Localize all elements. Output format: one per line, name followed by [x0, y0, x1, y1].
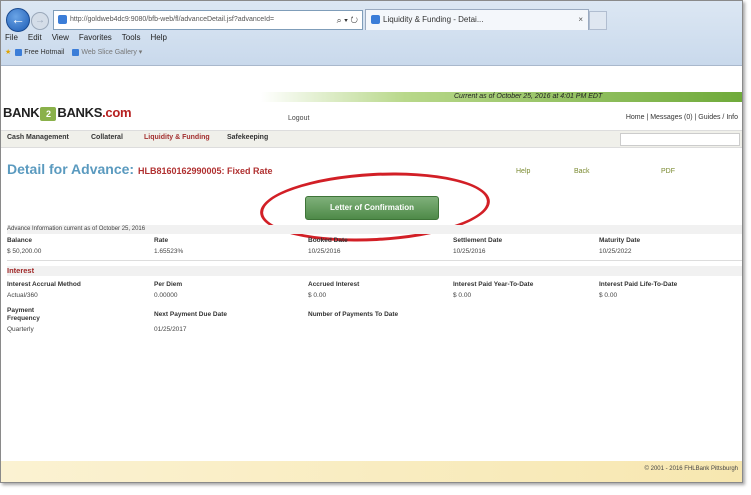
nav-safekeeping[interactable]: Safekeeping: [227, 134, 268, 141]
browser-tab[interactable]: Liquidity & Funding - Detai... ×: [365, 9, 589, 30]
header-maturity-date: Maturity Date: [599, 237, 641, 244]
header-per-diem: Per Diem: [154, 281, 183, 288]
interest-section-bar: [7, 266, 742, 276]
new-tab-button[interactable]: [589, 11, 607, 30]
menu-bar: File Edit View Favorites Tools Help: [1, 33, 173, 47]
menu-view[interactable]: View: [52, 33, 69, 42]
favorites-bar: ★ Free Hotmail Web Slice Gallery ▾: [1, 48, 150, 62]
value-interest-accrual-method: Actual/360: [7, 292, 38, 299]
menu-edit[interactable]: Edit: [28, 33, 42, 42]
value-accrued-interest: $ 0.00: [308, 292, 327, 299]
header-accrued-interest: Accrued Interest: [308, 281, 360, 288]
value-settlement-date: 10/25/2016: [453, 248, 486, 255]
footer-copyright: © 2001 - 2016 FHLBank Pittsburgh: [644, 466, 738, 472]
tab-title: Liquidity & Funding - Detai...: [383, 15, 484, 24]
favorite-web-slice-label: Web Slice Gallery ▾: [81, 49, 143, 56]
browser-chrome: ← → http://goldweb4dc9:9080/bfb-web/fl/a…: [1, 1, 742, 66]
value-balance: $ 50,200.00: [7, 248, 42, 255]
browser-window: ← → http://goldweb4dc9:9080/bfb-web/fl/a…: [0, 0, 743, 483]
ie-page-icon: [58, 14, 67, 24]
logo-bank-text: BANK: [3, 105, 40, 120]
logout-link[interactable]: Logout: [288, 115, 309, 122]
top-links[interactable]: Home | Messages (0) | Guides / Info: [626, 114, 738, 121]
nav-collateral[interactable]: Collateral: [91, 134, 123, 141]
red-highlight-ellipse: [258, 167, 492, 247]
forward-arrow-icon[interactable]: →: [31, 12, 49, 30]
favorite-free-hotmail[interactable]: Free Hotmail: [15, 48, 65, 56]
close-tab-icon[interactable]: ×: [578, 10, 583, 30]
nav-liquidity-funding[interactable]: Liquidity & Funding: [144, 134, 210, 141]
site-logo[interactable]: BANK 2 BANKS.com: [3, 105, 132, 121]
value-rate: 1.65523%: [154, 248, 184, 255]
page-footer: [1, 461, 742, 482]
value-per-diem: 0.00000: [154, 292, 178, 299]
header-balance: Balance: [7, 237, 32, 244]
favorite-ie-icon: [72, 48, 80, 56]
favorite-free-hotmail-label: Free Hotmail: [24, 49, 65, 56]
logo-2-mark: 2: [40, 106, 57, 121]
nav-cash-management[interactable]: Cash Management: [7, 134, 69, 141]
address-controls[interactable]: ⌕ ▾ ↻: [337, 11, 358, 29]
header-interest-accrual-method: Interest Accrual Method: [7, 281, 81, 288]
main-nav: Cash Management Collateral Liquidity & F…: [1, 130, 742, 148]
value-interest-paid-ytd: $ 0.00: [453, 292, 472, 299]
value-interest-paid-ltd: $ 0.00: [599, 292, 618, 299]
logo-banks-text: BANKS: [57, 105, 103, 120]
favorite-web-slice-gallery[interactable]: Web Slice Gallery ▾: [72, 48, 143, 56]
value-booked-date: 10/25/2016: [308, 248, 341, 255]
section-divider: [7, 260, 742, 261]
info-caption: Advance Information current as of Octobe…: [7, 226, 146, 232]
header-booked-date: Booked Date: [308, 237, 348, 244]
value-next-payment-due-date: 01/25/2017: [154, 326, 187, 333]
menu-help[interactable]: Help: [150, 33, 166, 42]
header-next-payment-due-date: Next Payment Due Date: [154, 311, 227, 318]
advance-code: HLB8160162990005: Fixed Rate: [137, 166, 273, 176]
header-payment-frequency: Payment Frequency: [7, 307, 40, 322]
address-text: http://goldweb4dc9:9080/bfb-web/fl/advan…: [70, 16, 275, 23]
menu-tools[interactable]: Tools: [122, 33, 141, 42]
header-rate: Rate: [154, 237, 169, 244]
help-link[interactable]: Help: [516, 168, 530, 175]
logo-suffix: .com: [102, 105, 132, 120]
favorite-ie-icon: [15, 48, 23, 56]
back-arrow-icon[interactable]: ←: [6, 8, 30, 32]
tab-ie-icon: [371, 15, 380, 25]
current-as-of: Current as of October 25, 2016 at 4:01 P…: [454, 93, 603, 100]
header-settlement-date: Settlement Date: [453, 237, 503, 244]
value-payment-frequency: Quarterly: [7, 326, 34, 333]
pdf-link[interactable]: PDF: [661, 168, 675, 175]
interest-section-label: Interest: [7, 266, 35, 275]
header-interest-paid-ytd: Interest Paid Year-To-Date: [453, 281, 534, 288]
value-maturity-date: 10/25/2022: [599, 248, 632, 255]
header-interest-paid-ltd: Interest Paid Life-To-Date: [599, 281, 678, 288]
page-title: Detail for Advance: HLB8160162990005: Fi…: [7, 161, 273, 177]
favorites-star-icon[interactable]: ★: [5, 49, 11, 56]
address-bar[interactable]: http://goldweb4dc9:9080/bfb-web/fl/advan…: [53, 10, 363, 30]
menu-file[interactable]: File: [5, 33, 18, 42]
header-number-of-payments: Number of Payments To Date: [308, 311, 399, 318]
menu-favorites[interactable]: Favorites: [79, 33, 112, 42]
page-title-text: Detail for Advance:: [7, 161, 138, 177]
search-input[interactable]: [620, 133, 740, 146]
back-link[interactable]: Back: [574, 168, 590, 175]
